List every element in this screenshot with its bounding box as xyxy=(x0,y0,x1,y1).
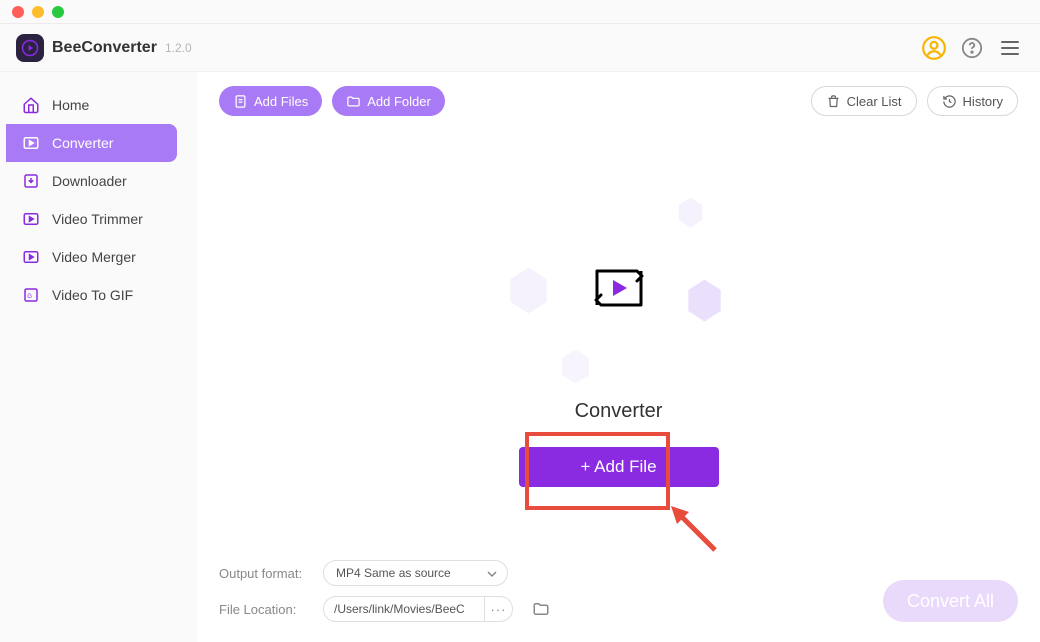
folder-icon xyxy=(532,600,550,618)
window-titlebar xyxy=(0,0,1040,24)
sidebar: Home Converter Downloader Video Trimmer … xyxy=(0,72,197,642)
gif-icon: G xyxy=(22,286,40,304)
help-button[interactable] xyxy=(958,34,986,62)
open-folder-button[interactable] xyxy=(531,599,551,619)
page-title: Converter xyxy=(575,400,663,423)
account-button[interactable] xyxy=(920,34,948,62)
app-version: 1.2.0 xyxy=(165,41,192,55)
add-files-button[interactable]: Add Files xyxy=(219,86,322,116)
sidebar-item-label: Downloader xyxy=(52,173,127,189)
sidebar-item-home[interactable]: Home xyxy=(6,86,177,124)
add-folder-label: Add Folder xyxy=(367,94,431,109)
chevron-down-icon xyxy=(487,569,497,579)
minimize-window-button[interactable] xyxy=(32,6,44,18)
sidebar-item-label: Converter xyxy=(52,135,113,151)
history-button[interactable]: History xyxy=(927,86,1018,116)
app-title: BeeConverter xyxy=(52,39,157,57)
menu-button[interactable] xyxy=(996,34,1024,62)
convert-arrows-icon xyxy=(587,263,651,313)
sidebar-item-trimmer[interactable]: Video Trimmer xyxy=(6,200,177,238)
converter-illustration xyxy=(509,198,729,378)
convert-all-button[interactable]: Convert All xyxy=(883,580,1018,622)
file-location-label: File Location: xyxy=(219,602,311,617)
svg-text:G: G xyxy=(27,294,32,300)
app-logo xyxy=(16,34,44,62)
sidebar-item-merger[interactable]: Video Merger xyxy=(6,238,177,276)
clear-list-label: Clear List xyxy=(847,94,902,109)
sidebar-item-gif[interactable]: G Video To GIF xyxy=(6,276,177,314)
sidebar-item-label: Video To GIF xyxy=(52,287,133,303)
download-icon xyxy=(22,172,40,190)
converter-icon xyxy=(22,134,40,152)
add-file-main-button[interactable]: + Add File xyxy=(519,447,719,487)
output-format-value: MP4 Same as source xyxy=(336,566,451,580)
sidebar-item-label: Video Trimmer xyxy=(52,211,143,227)
history-icon xyxy=(942,94,957,109)
add-files-label: Add Files xyxy=(254,94,308,109)
home-icon xyxy=(22,96,40,114)
folder-plus-icon xyxy=(346,94,361,109)
add-folder-button[interactable]: Add Folder xyxy=(332,86,445,116)
output-format-label: Output format: xyxy=(219,566,311,581)
sidebar-item-label: Video Merger xyxy=(52,249,136,265)
clear-list-button[interactable]: Clear List xyxy=(811,86,917,116)
file-location-path: /Users/link/Movies/BeeC xyxy=(323,596,485,622)
sidebar-item-label: Home xyxy=(52,97,89,113)
history-label: History xyxy=(963,94,1003,109)
file-location-more-button[interactable]: ··· xyxy=(485,596,513,622)
add-file-icon xyxy=(233,94,248,109)
toolbar: Add Files Add Folder Clear List History xyxy=(197,72,1040,116)
main-content: Add Files Add Folder Clear List History xyxy=(197,72,1040,642)
topbar: BeeConverter 1.2.0 xyxy=(0,24,1040,72)
annotation-arrow-icon xyxy=(667,502,727,557)
merger-icon xyxy=(22,248,40,266)
drop-zone: Converter + Add File xyxy=(197,132,1040,552)
trash-icon xyxy=(826,94,841,109)
sidebar-item-downloader[interactable]: Downloader xyxy=(6,162,177,200)
sidebar-item-converter[interactable]: Converter xyxy=(6,124,177,162)
trimmer-icon xyxy=(22,210,40,228)
maximize-window-button[interactable] xyxy=(52,6,64,18)
output-format-select[interactable]: MP4 Same as source xyxy=(323,560,508,586)
close-window-button[interactable] xyxy=(12,6,24,18)
hamburger-icon xyxy=(1001,41,1019,55)
